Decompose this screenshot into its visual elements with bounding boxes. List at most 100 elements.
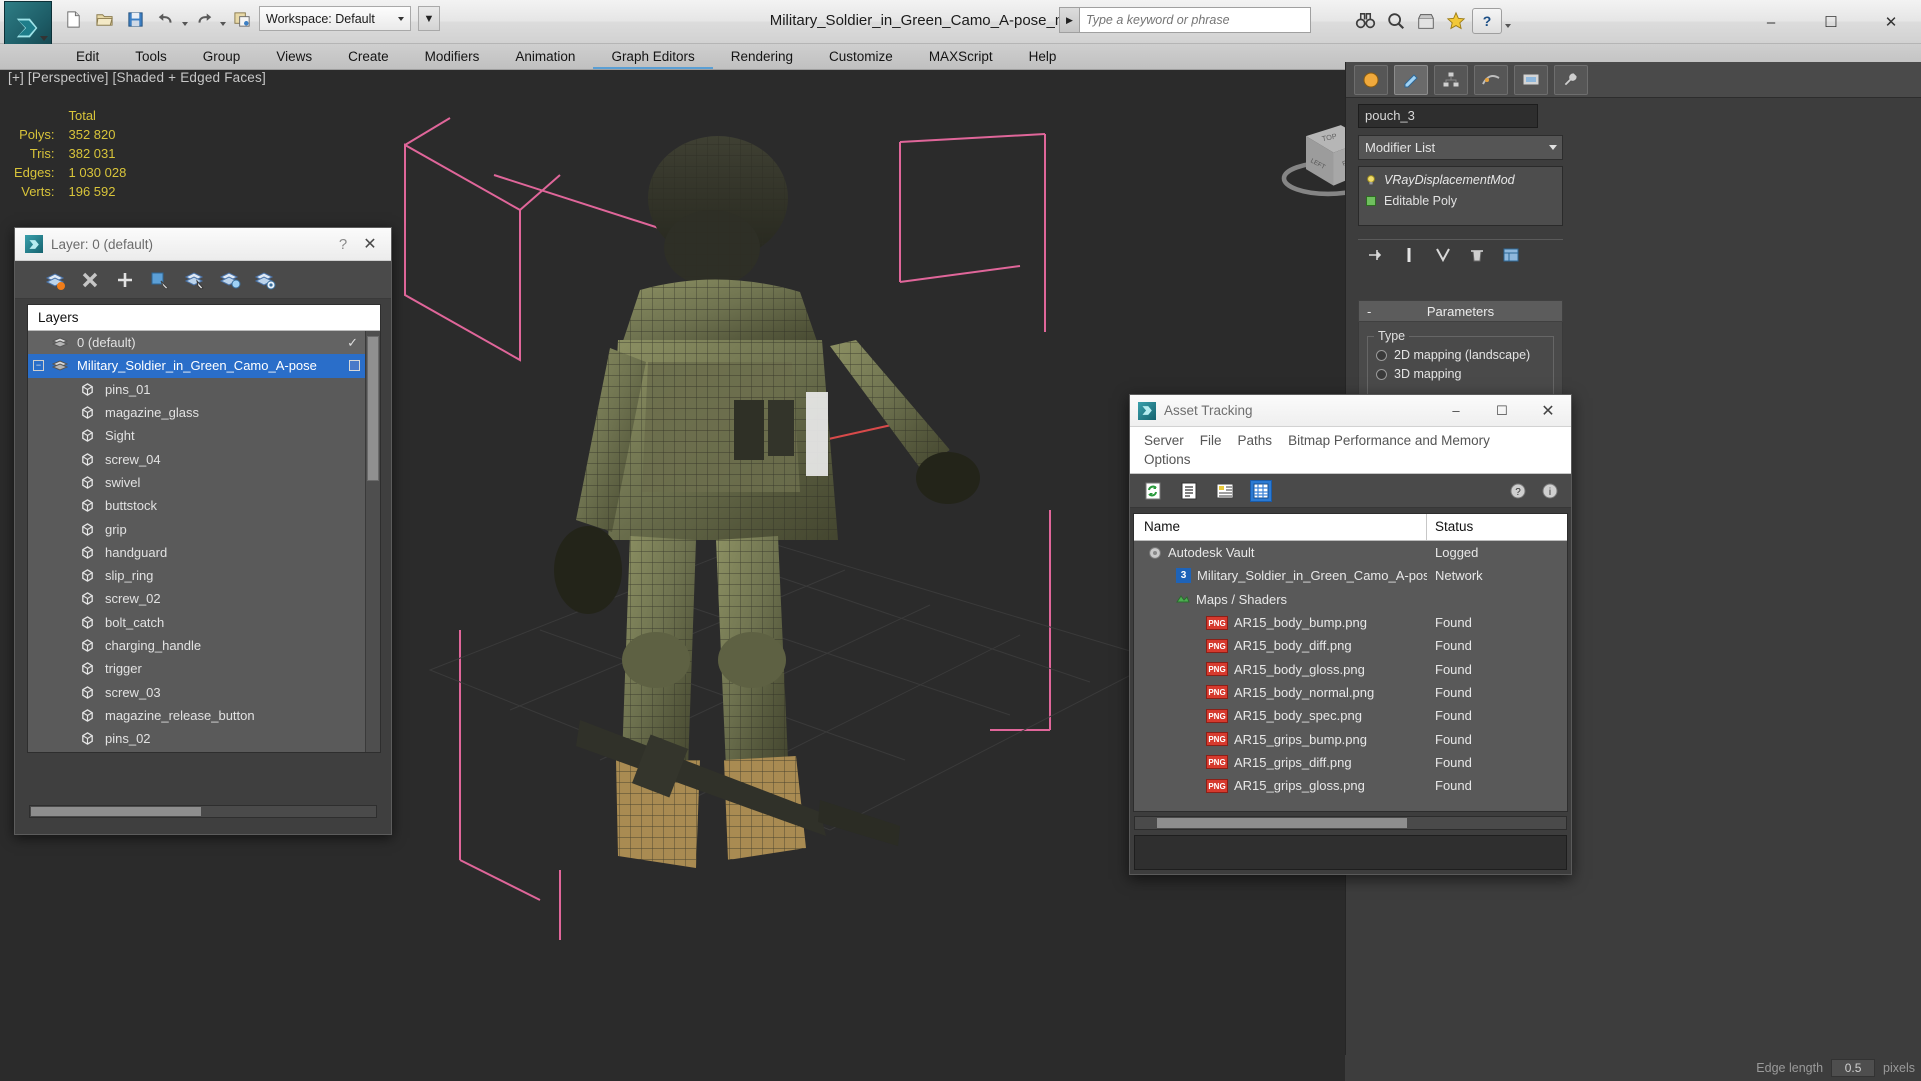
create-tab-icon[interactable]	[1354, 64, 1388, 95]
layer-hscroll-thumb[interactable]	[31, 807, 201, 816]
asset-table-row[interactable]: Autodesk Vault Logged	[1134, 541, 1567, 564]
menu-item-edit[interactable]: Edit	[58, 44, 117, 69]
asset-table-row[interactable]: PNG AR15_body_bump.png Found	[1134, 611, 1567, 634]
list-view-icon[interactable]	[1178, 480, 1200, 502]
asset-menu-options[interactable]: Options	[1136, 450, 1199, 469]
search-scene-icon[interactable]	[1382, 7, 1409, 34]
configure-modifier-sets-icon[interactable]	[1502, 245, 1520, 265]
redo-icon[interactable]	[189, 4, 219, 34]
delete-layer-icon[interactable]	[78, 268, 102, 292]
parameters-rollout-header[interactable]: - Parameters	[1358, 300, 1563, 322]
menu-item-create[interactable]: Create	[330, 44, 407, 69]
asset-maximize-button[interactable]: ☐	[1479, 395, 1525, 427]
layer-row[interactable]: pins_02	[28, 727, 380, 750]
menu-item-animation[interactable]: Animation	[497, 44, 593, 69]
layer-row[interactable]: magazine_release_button	[28, 704, 380, 727]
motion-tab-icon[interactable]	[1474, 64, 1508, 95]
menu-item-modifiers[interactable]: Modifiers	[407, 44, 498, 69]
menu-item-maxscript[interactable]: MAXScript	[911, 44, 1011, 69]
select-objects-in-layer-icon[interactable]	[148, 268, 172, 292]
layer-row[interactable]: trigger	[28, 657, 380, 680]
layer-row[interactable]: bolt_catch	[28, 611, 380, 634]
open-file-icon[interactable]	[89, 4, 119, 34]
search-input[interactable]	[1079, 7, 1311, 33]
close-button[interactable]: ✕	[1861, 0, 1921, 44]
maximize-button[interactable]: ☐	[1801, 0, 1861, 44]
layer-color-swatch[interactable]	[349, 360, 360, 372]
asset-tracking-dialog[interactable]: Asset Tracking – ☐ ✕ Server File Paths B…	[1129, 394, 1572, 875]
layer-row[interactable]: magazine_glass	[28, 401, 380, 424]
favorites-icon[interactable]	[1442, 7, 1469, 34]
layer-row[interactable]: screw_02	[28, 587, 380, 610]
asset-table[interactable]: Name Status Autodesk Vault Logged 3 Militar…	[1133, 513, 1568, 812]
save-file-icon[interactable]	[120, 4, 150, 34]
layer-row[interactable]: charging_handle	[28, 634, 380, 657]
asset-table-row[interactable]: PNG AR15_body_gloss.png Found	[1134, 657, 1567, 680]
minimize-button[interactable]: –	[1741, 0, 1801, 44]
autodesk-app-store-icon[interactable]	[1412, 7, 1439, 34]
asset-menu-server[interactable]: Server	[1136, 431, 1192, 450]
chevron-down-icon[interactable]	[1549, 145, 1557, 150]
help-dropdown-caret-icon[interactable]	[1505, 23, 1511, 28]
asset-table-row[interactable]: PNG AR15_body_diff.png Found	[1134, 634, 1567, 657]
layer-row[interactable]: screw_03	[28, 680, 380, 703]
search-expand-arrow-icon[interactable]: ▶	[1059, 7, 1079, 33]
menu-item-graph-editors[interactable]: Graph Editors	[593, 44, 713, 69]
lightbulb-icon[interactable]	[1365, 174, 1377, 186]
refresh-icon[interactable]	[1142, 480, 1164, 502]
layer-row[interactable]: handguard	[28, 541, 380, 564]
layer-row[interactable]: buttstock	[28, 494, 380, 517]
select-highlighted-objects-icon[interactable]	[183, 268, 207, 292]
app-menu-caret-icon[interactable]	[40, 36, 48, 41]
layer-scroll-thumb[interactable]	[367, 336, 379, 481]
asset-menu-file[interactable]: File	[1192, 431, 1230, 450]
menu-item-customize[interactable]: Customize	[811, 44, 911, 69]
asset-table-row[interactable]: PNG AR15_grips_gloss.png Found	[1134, 774, 1567, 797]
layer-explorer-dialog[interactable]: Layer: 0 (default) ? ✕ Layers 0 (default…	[14, 227, 392, 835]
radio-2d-mapping[interactable]: 2D mapping (landscape)	[1376, 348, 1545, 362]
undo-icon[interactable]	[151, 4, 181, 34]
soldier-3d-model[interactable]	[520, 100, 1040, 930]
rollout-collapse-icon[interactable]: -	[1367, 304, 1371, 319]
asset-table-row[interactable]: PNG AR15_grips_diff.png Found	[1134, 751, 1567, 774]
asset-minimize-button[interactable]: –	[1433, 395, 1479, 427]
object-name-field[interactable]: pouch_3	[1358, 104, 1538, 128]
workspace-dropdown-button[interactable]: ▼	[418, 6, 440, 31]
help-button[interactable]: ?	[1472, 7, 1502, 34]
asset-table-row[interactable]: PNG AR15_grips_bump.png Found	[1134, 727, 1567, 750]
create-new-layer-icon[interactable]	[43, 268, 67, 292]
edge-length-value[interactable]: 0.5	[1831, 1059, 1876, 1077]
layer-row[interactable]: swivel	[28, 471, 380, 494]
asset-menu-paths[interactable]: Paths	[1230, 431, 1281, 450]
layer-close-button[interactable]: ✕	[355, 234, 385, 254]
asset-column-name[interactable]: Name	[1134, 514, 1427, 540]
new-file-icon[interactable]	[58, 4, 88, 34]
layer-settings-icon[interactable]	[253, 268, 277, 292]
menu-item-tools[interactable]: Tools	[117, 44, 185, 69]
asset-close-button[interactable]: ✕	[1525, 395, 1571, 427]
layer-row[interactable]: 0 (default) ✓	[28, 331, 380, 355]
asset-table-row[interactable]: Maps / Shaders	[1134, 588, 1567, 611]
remove-modifier-icon[interactable]	[1468, 245, 1486, 265]
layer-row[interactable]: grip	[28, 517, 380, 540]
show-end-result-icon[interactable]	[1400, 245, 1418, 265]
asset-table-row[interactable]: 3 Military_Soldier_in_Green_Camo_A-pose_.…	[1134, 564, 1567, 587]
menu-item-views[interactable]: Views	[258, 44, 330, 69]
utilities-tab-icon[interactable]	[1554, 64, 1588, 95]
workspace-selector[interactable]: Workspace: Default	[259, 6, 411, 31]
asset-menu-bitmap-performance[interactable]: Bitmap Performance and Memory	[1280, 431, 1498, 450]
layer-help-button[interactable]: ?	[331, 236, 355, 253]
detail-view-icon[interactable]	[1214, 480, 1236, 502]
modifier-list-dropdown[interactable]: Modifier List	[1358, 135, 1563, 160]
modify-tab-icon[interactable]	[1394, 64, 1428, 95]
redo-dropdown-caret-icon[interactable]	[220, 22, 226, 26]
menu-item-group[interactable]: Group	[185, 44, 259, 69]
radio-icon[interactable]	[1376, 368, 1387, 380]
menu-item-rendering[interactable]: Rendering	[713, 44, 811, 69]
pin-stack-icon[interactable]	[1366, 245, 1384, 265]
help-asset-icon[interactable]: ?	[1507, 480, 1529, 502]
table-view-icon[interactable]	[1250, 479, 1272, 502]
radio-3d-mapping[interactable]: 3D mapping	[1376, 367, 1545, 381]
display-tab-icon[interactable]	[1514, 64, 1548, 95]
layer-row[interactable]: selector_lever	[28, 750, 380, 752]
